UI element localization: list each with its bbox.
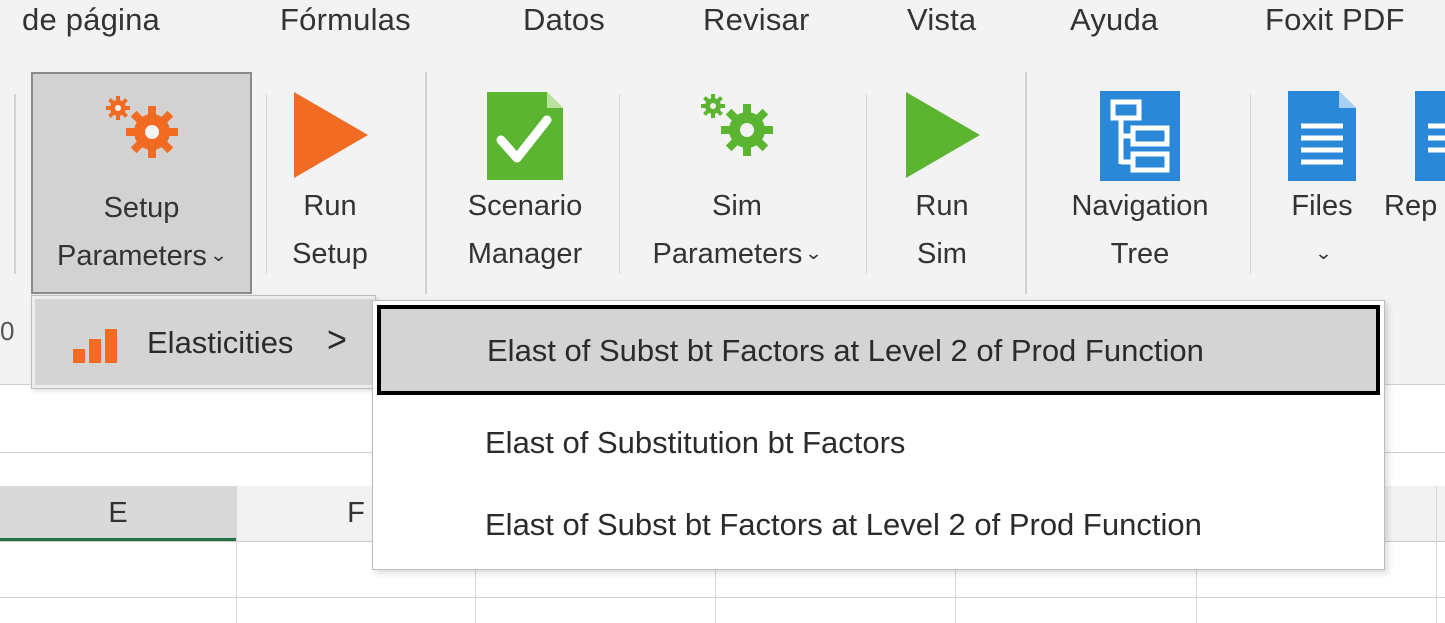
sim-parameters-button[interactable]: Sim Parameters ⌄ <box>624 72 850 294</box>
run-setup-label: Run <box>303 190 357 222</box>
files-label: Files <box>1291 190 1353 222</box>
menu-item-label: Elast of Subst bt Factors at Level 2 of … <box>485 507 1202 542</box>
tab-view[interactable]: Vista <box>907 2 976 38</box>
document-icon <box>1287 90 1357 187</box>
menu-item-elasticities[interactable]: Elasticities > <box>35 299 373 385</box>
play-icon <box>290 90 370 185</box>
chevron-down-icon: ⌄ <box>804 243 823 263</box>
sim-parameters-label: Sim <box>712 190 762 222</box>
menu-item-elast-subst-level2-alt[interactable]: Elast of Subst bt Factors at Level 2 of … <box>373 479 1384 569</box>
chevron-right-icon: > <box>327 319 347 361</box>
chevron-down-icon: ⌄ <box>209 245 228 265</box>
bar-chart-icon <box>73 329 123 368</box>
separator <box>866 94 867 274</box>
menu-item-label: Elast of Substitution bt Factors <box>485 425 906 460</box>
elasticities-submenu: Elast of Subst bt Factors at Level 2 of … <box>372 300 1385 570</box>
run-setup-label-2: Setup <box>292 238 368 270</box>
run-sim-label-2: Sim <box>917 238 967 270</box>
run-sim-button[interactable]: Run Sim <box>872 72 1012 294</box>
run-setup-button[interactable]: Run Setup <box>270 72 390 294</box>
menu-item-elast-substitution[interactable]: Elast of Substitution bt Factors <box>373 397 1384 487</box>
separator <box>266 94 267 274</box>
scenario-manager-label-2: Manager <box>467 238 583 270</box>
reports-label: Rep <box>1384 190 1438 222</box>
setup-parameters-menu: Elasticities > <box>31 295 376 389</box>
gridline <box>236 486 237 623</box>
run-sim-label: Run <box>915 190 969 222</box>
chevron-down-icon: ⌄ <box>1314 243 1334 263</box>
files-label-2: ⌄ <box>1272 238 1372 271</box>
files-button[interactable]: Files ⌄ <box>1272 72 1372 294</box>
navigation-tree-label-2: Tree <box>1110 238 1170 270</box>
tab-data[interactable]: Datos <box>523 2 605 38</box>
ribbon-tab-bar: de página Fórmulas Datos Revisar Vista A… <box>0 0 1445 56</box>
gridline <box>1436 486 1437 623</box>
tab-formulas[interactable]: Fórmulas <box>280 2 411 38</box>
tab-help[interactable]: Ayuda <box>1070 2 1158 38</box>
setup-parameters-button[interactable]: Setup Parameters ⌄ <box>31 72 252 294</box>
scenario-manager-button[interactable]: Scenario Manager <box>446 72 604 294</box>
checkmark-document-icon <box>485 90 565 187</box>
menu-item-label: Elast of Subst bt Factors at Level 2 of … <box>487 333 1204 368</box>
tab-foxit-pdf[interactable]: Foxit PDF <box>1265 2 1405 38</box>
tree-icon <box>1099 90 1181 187</box>
menu-item-elast-subst-level2[interactable]: Elast of Subst bt Factors at Level 2 of … <box>377 305 1380 395</box>
separator <box>1250 94 1251 274</box>
play-icon <box>902 90 982 185</box>
tab-review[interactable]: Revisar <box>703 2 809 38</box>
navigation-tree-button[interactable]: Navigation Tree <box>1040 72 1240 294</box>
gears-icon <box>691 90 783 165</box>
group-separator <box>425 72 427 294</box>
separator <box>14 94 16 274</box>
gears-icon <box>96 92 188 167</box>
reports-button[interactable]: Rep <box>1380 72 1445 294</box>
menu-item-label: Elasticities <box>147 325 294 360</box>
document-icon <box>1414 90 1445 187</box>
tab-page-layout[interactable]: de página <box>22 2 160 38</box>
navigation-tree-label: Navigation <box>1071 190 1209 222</box>
scenario-manager-label: Scenario <box>467 190 583 222</box>
setup-parameters-label-2: Parameters ⌄ <box>57 240 228 272</box>
column-header-e[interactable]: E <box>0 486 236 541</box>
setup-parameters-label: Setup <box>103 192 180 224</box>
group-separator <box>1025 72 1027 294</box>
sim-parameters-label-2: Parameters ⌄ <box>652 238 823 270</box>
separator <box>619 94 620 274</box>
gridline <box>0 597 1445 598</box>
ribbon-group-label: 0 <box>0 316 15 346</box>
